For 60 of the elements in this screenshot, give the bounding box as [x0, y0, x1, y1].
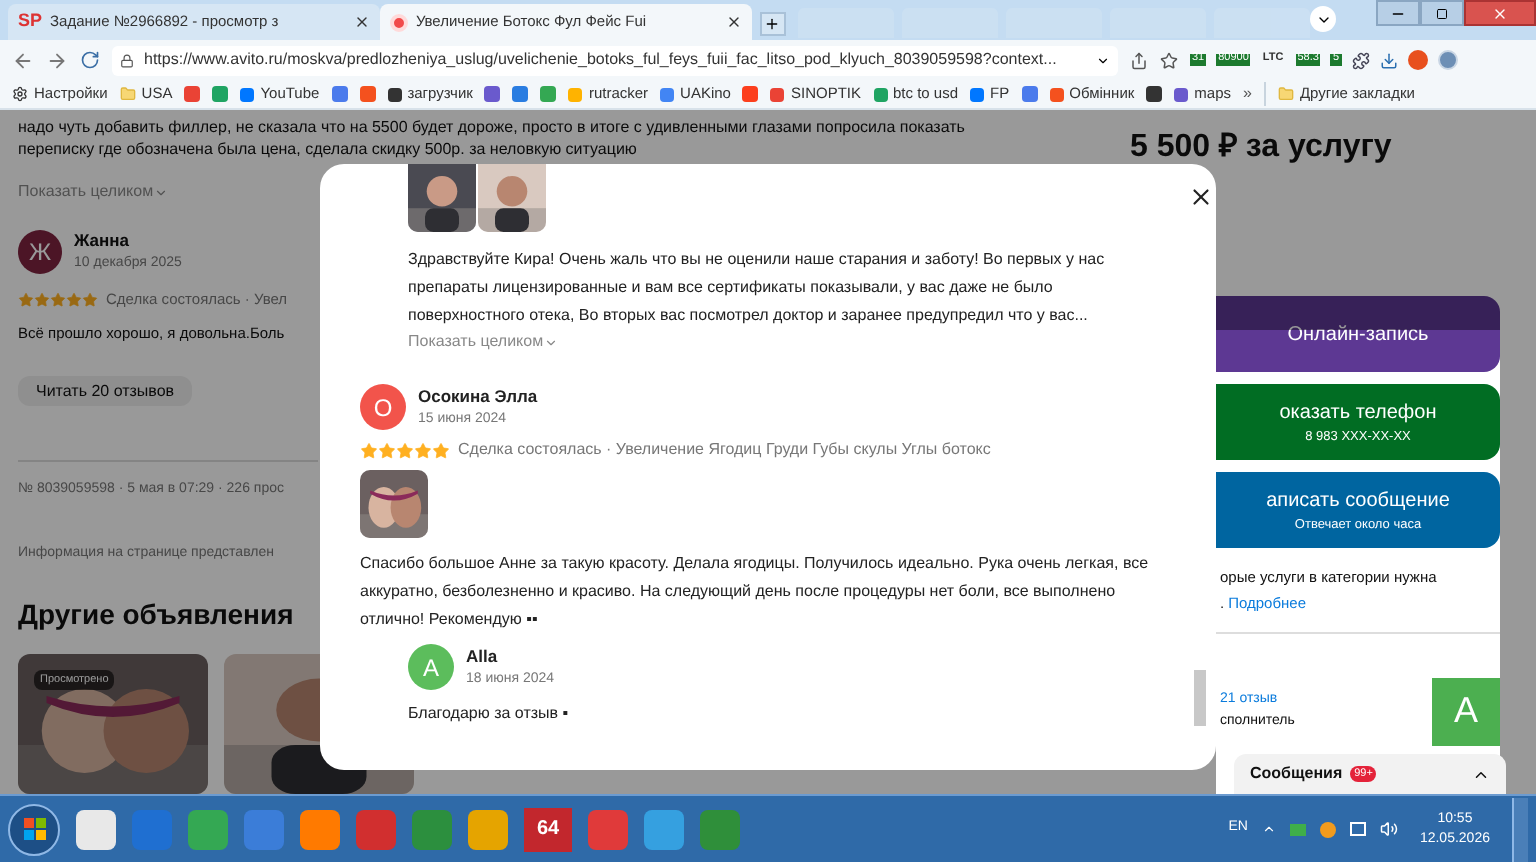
- settings-icon: [12, 86, 28, 102]
- browser-menu-icon[interactable]: [1437, 50, 1457, 70]
- taskbar-app-icon[interactable]: [300, 809, 340, 849]
- scrollbar-thumb[interactable]: [1194, 670, 1206, 726]
- volume-icon[interactable]: [1379, 820, 1398, 838]
- taskbar-app-icon[interactable]: [188, 809, 228, 849]
- close-icon: [1492, 5, 1508, 21]
- favicon-icon: [970, 87, 985, 101]
- address-field[interactable]: https://www.avito.ru/moskva/predlozheniya_uslug/uvelichenie_botoks_ful_feys_fuii_fac_litso_pod_klyuch_8039059598?context...: [112, 45, 1118, 75]
- tab-favicon: SP: [18, 8, 43, 35]
- new-tab-button[interactable]: [759, 12, 786, 36]
- back-icon[interactable]: [12, 49, 34, 71]
- start-button[interactable]: [8, 803, 60, 855]
- tab-favicon-icon: [389, 13, 408, 31]
- dropdown-icon: [1096, 53, 1110, 67]
- chevron-down-icon: [543, 335, 558, 349]
- reviewer-name: Осокина Элла: [418, 384, 538, 410]
- profile-avatar[interactable]: [1407, 50, 1427, 70]
- review-text: переписку где обозначена была цена, сделала скидку 500р. за неловкую ситуацию: [18, 138, 637, 160]
- favicon-icon: [873, 87, 887, 101]
- deal-status: Сделка состоялась · Увеличение Ягодиц Груди Губы скулы Углы ботокс: [458, 438, 991, 463]
- avatar: О: [360, 384, 406, 431]
- bookmark-star-icon[interactable]: [1160, 51, 1178, 69]
- close-tab-icon[interactable]: [353, 14, 370, 30]
- more-bookmarks-button[interactable]: »: [1243, 82, 1252, 106]
- reply-text: Здравствуйте Кира! Очень жаль что вы не оценили наше старания и заботу! Во первых у нас препараты лицензированные и вам все сертификаты показывали, у вас даже не было поверхностного отека, Во вторых вас посмотрел доктор и заранее предупредил что у вас...: [408, 248, 1107, 328]
- forward-icon[interactable]: [46, 49, 68, 71]
- reviewer-name: Жанна: [74, 228, 132, 254]
- folder-icon: [119, 86, 136, 102]
- taskbar-app-icon[interactable]: [468, 809, 508, 849]
- network-icon[interactable]: [1349, 822, 1366, 836]
- show-more-link[interactable]: Показать целиком: [408, 330, 1160, 354]
- chevron-down-icon: [153, 185, 168, 199]
- lock-icon: [120, 53, 134, 67]
- avatar: Ж: [18, 229, 62, 274]
- plus-icon: [764, 16, 781, 32]
- taskbar-app-icon[interactable]: [76, 809, 116, 849]
- avatar: A: [408, 644, 454, 691]
- show-desktop-button[interactable]: [1512, 797, 1528, 861]
- favicon-icon: [660, 87, 675, 101]
- price: 5 500 ₽ за услугу: [1130, 128, 1394, 168]
- download-icon[interactable]: [1379, 51, 1397, 69]
- maximize-button[interactable]: [1420, 0, 1464, 26]
- maximize-icon: [1436, 7, 1448, 19]
- reload-icon[interactable]: [80, 50, 100, 70]
- taskbar-app-icon[interactable]: 64: [524, 807, 572, 851]
- close-icon[interactable]: [1187, 184, 1213, 210]
- section-heading: Другие объявления: [18, 596, 294, 634]
- read-reviews-button[interactable]: Читать 20 отзывов: [18, 375, 193, 407]
- action-button[interactable]: Онлайн-запись: [1216, 296, 1500, 372]
- close-tab-icon[interactable]: [725, 14, 742, 30]
- review-text: Спасибо большое Анне за такую красоту. Делала ягодицы. Получилось идеально. Рука очень легкая, все аккуратно, безболезненно и красиво. На следующий день после процедуры нет боли, все выполнено отлично! Рекомендую ▪▪: [360, 552, 1150, 633]
- share-icon[interactable]: [1130, 51, 1148, 69]
- reply-text: Благодарю за отзыв ▪: [408, 701, 571, 725]
- folder-icon: [1277, 86, 1294, 102]
- review-text: надо чуть добавить филлер, не сказала что на 5500 будет дороже, просто в итоге с удивленными глазами попросила показать: [18, 116, 965, 138]
- taskbar-app-icon[interactable]: [644, 809, 684, 849]
- extensions-icon[interactable]: [1351, 51, 1369, 69]
- tab-search-button[interactable]: [1310, 6, 1336, 32]
- reviewer-name: Alla: [466, 644, 500, 670]
